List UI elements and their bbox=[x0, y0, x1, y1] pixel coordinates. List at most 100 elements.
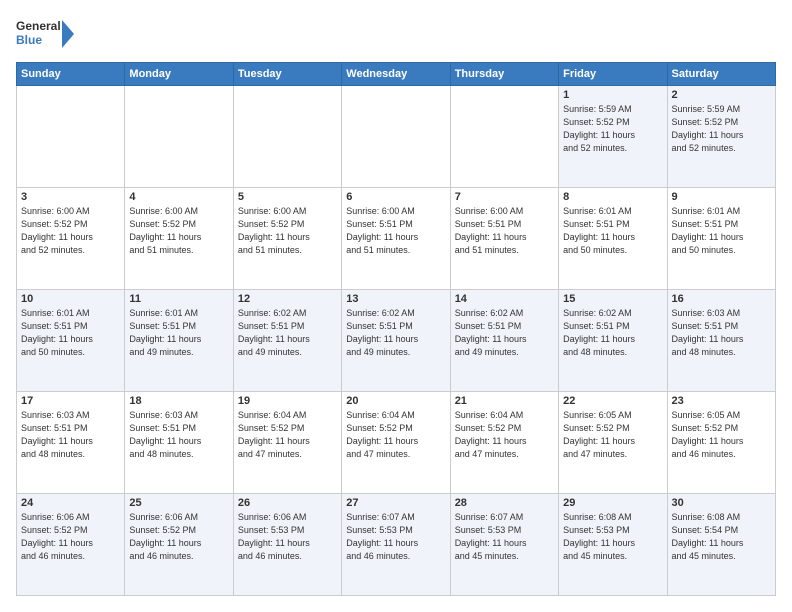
calendar-day: 1 Sunrise: 5:59 AM Sunset: 5:52 PM Daylig… bbox=[559, 86, 667, 188]
day-info: Sunrise: 6:06 AM Sunset: 5:53 PM Dayligh… bbox=[238, 511, 337, 563]
day-number: 3 bbox=[21, 191, 120, 203]
calendar-day: 4 Sunrise: 6:00 AM Sunset: 5:52 PM Daylig… bbox=[125, 188, 233, 290]
calendar-empty bbox=[342, 86, 450, 188]
day-number: 15 bbox=[563, 293, 662, 305]
day-number: 16 bbox=[672, 293, 771, 305]
calendar-day: 8 Sunrise: 6:01 AM Sunset: 5:51 PM Daylig… bbox=[559, 188, 667, 290]
calendar-day: 15 Sunrise: 6:02 AM Sunset: 5:51 PM Dayli… bbox=[559, 290, 667, 392]
day-info: Sunrise: 6:06 AM Sunset: 5:52 PM Dayligh… bbox=[21, 511, 120, 563]
day-number: 14 bbox=[455, 293, 554, 305]
calendar-day: 29 Sunrise: 6:08 AM Sunset: 5:53 PM Dayli… bbox=[559, 494, 667, 596]
weekday-header: Friday bbox=[559, 63, 667, 86]
day-number: 8 bbox=[563, 191, 662, 203]
day-info: Sunrise: 6:05 AM Sunset: 5:52 PM Dayligh… bbox=[563, 409, 662, 461]
calendar-day: 25 Sunrise: 6:06 AM Sunset: 5:52 PM Dayli… bbox=[125, 494, 233, 596]
day-info: Sunrise: 6:02 AM Sunset: 5:51 PM Dayligh… bbox=[563, 307, 662, 359]
calendar-week-row: 1 Sunrise: 5:59 AM Sunset: 5:52 PM Daylig… bbox=[17, 86, 776, 188]
calendar: SundayMondayTuesdayWednesdayThursdayFrid… bbox=[16, 62, 776, 596]
day-number: 23 bbox=[672, 395, 771, 407]
calendar-day: 3 Sunrise: 6:00 AM Sunset: 5:52 PM Daylig… bbox=[17, 188, 125, 290]
calendar-empty bbox=[233, 86, 341, 188]
day-number: 29 bbox=[563, 497, 662, 509]
day-info: Sunrise: 6:01 AM Sunset: 5:51 PM Dayligh… bbox=[672, 205, 771, 257]
day-number: 11 bbox=[129, 293, 228, 305]
weekday-header: Wednesday bbox=[342, 63, 450, 86]
day-number: 22 bbox=[563, 395, 662, 407]
day-number: 13 bbox=[346, 293, 445, 305]
calendar-empty bbox=[125, 86, 233, 188]
day-number: 24 bbox=[21, 497, 120, 509]
logo: General Blue bbox=[16, 16, 76, 52]
calendar-day: 14 Sunrise: 6:02 AM Sunset: 5:51 PM Dayli… bbox=[450, 290, 558, 392]
weekday-header: Saturday bbox=[667, 63, 775, 86]
day-info: Sunrise: 5:59 AM Sunset: 5:52 PM Dayligh… bbox=[672, 103, 771, 155]
calendar-day: 30Sunrise: 6:08 AM Sunset: 5:54 PM Dayli… bbox=[667, 494, 775, 596]
day-number: 5 bbox=[238, 191, 337, 203]
day-number: 9 bbox=[672, 191, 771, 203]
calendar-empty bbox=[17, 86, 125, 188]
day-info: Sunrise: 6:08 AM Sunset: 5:53 PM Dayligh… bbox=[563, 511, 662, 563]
calendar-day: 12Sunrise: 6:02 AM Sunset: 5:51 PM Dayli… bbox=[233, 290, 341, 392]
day-info: Sunrise: 6:02 AM Sunset: 5:51 PM Dayligh… bbox=[346, 307, 445, 359]
calendar-day: 24 Sunrise: 6:06 AM Sunset: 5:52 PM Dayli… bbox=[17, 494, 125, 596]
calendar-day: 7Sunrise: 6:00 AM Sunset: 5:51 PM Daylig… bbox=[450, 188, 558, 290]
day-number: 21 bbox=[455, 395, 554, 407]
calendar-day: 26Sunrise: 6:06 AM Sunset: 5:53 PM Dayli… bbox=[233, 494, 341, 596]
calendar-day: 21 Sunrise: 6:04 AM Sunset: 5:52 PM Dayli… bbox=[450, 392, 558, 494]
day-number: 27 bbox=[346, 497, 445, 509]
calendar-day: 28Sunrise: 6:07 AM Sunset: 5:53 PM Dayli… bbox=[450, 494, 558, 596]
header: General Blue bbox=[16, 16, 776, 52]
day-info: Sunrise: 6:01 AM Sunset: 5:51 PM Dayligh… bbox=[563, 205, 662, 257]
svg-text:Blue: Blue bbox=[16, 33, 42, 47]
calendar-week-row: 10 Sunrise: 6:01 AM Sunset: 5:51 PM Dayli… bbox=[17, 290, 776, 392]
day-number: 17 bbox=[21, 395, 120, 407]
day-info: Sunrise: 6:00 AM Sunset: 5:52 PM Dayligh… bbox=[238, 205, 337, 257]
calendar-day: 18 Sunrise: 6:03 AM Sunset: 5:51 PM Dayli… bbox=[125, 392, 233, 494]
day-info: Sunrise: 6:00 AM Sunset: 5:52 PM Dayligh… bbox=[129, 205, 228, 257]
day-info: Sunrise: 6:01 AM Sunset: 5:51 PM Dayligh… bbox=[21, 307, 120, 359]
day-number: 25 bbox=[129, 497, 228, 509]
day-info: Sunrise: 6:04 AM Sunset: 5:52 PM Dayligh… bbox=[346, 409, 445, 461]
svg-text:General: General bbox=[16, 19, 61, 33]
calendar-day: 10 Sunrise: 6:01 AM Sunset: 5:51 PM Dayli… bbox=[17, 290, 125, 392]
day-number: 4 bbox=[129, 191, 228, 203]
calendar-day: 9 Sunrise: 6:01 AM Sunset: 5:51 PM Daylig… bbox=[667, 188, 775, 290]
logo-svg: General Blue bbox=[16, 16, 76, 52]
calendar-week-row: 17 Sunrise: 6:03 AM Sunset: 5:51 PM Dayli… bbox=[17, 392, 776, 494]
calendar-day: 23Sunrise: 6:05 AM Sunset: 5:52 PM Dayli… bbox=[667, 392, 775, 494]
calendar-empty bbox=[450, 86, 558, 188]
day-info: Sunrise: 6:03 AM Sunset: 5:51 PM Dayligh… bbox=[21, 409, 120, 461]
calendar-week-row: 3 Sunrise: 6:00 AM Sunset: 5:52 PM Daylig… bbox=[17, 188, 776, 290]
calendar-day: 5 Sunrise: 6:00 AM Sunset: 5:52 PM Daylig… bbox=[233, 188, 341, 290]
day-info: Sunrise: 6:02 AM Sunset: 5:51 PM Dayligh… bbox=[455, 307, 554, 359]
calendar-day: 17 Sunrise: 6:03 AM Sunset: 5:51 PM Dayli… bbox=[17, 392, 125, 494]
day-number: 12 bbox=[238, 293, 337, 305]
calendar-header-row: SundayMondayTuesdayWednesdayThursdayFrid… bbox=[17, 63, 776, 86]
calendar-day: 20 Sunrise: 6:04 AM Sunset: 5:52 PM Dayli… bbox=[342, 392, 450, 494]
day-info: Sunrise: 6:07 AM Sunset: 5:53 PM Dayligh… bbox=[455, 511, 554, 563]
day-number: 10 bbox=[21, 293, 120, 305]
day-number: 18 bbox=[129, 395, 228, 407]
day-info: Sunrise: 6:00 AM Sunset: 5:51 PM Dayligh… bbox=[346, 205, 445, 257]
day-info: Sunrise: 6:04 AM Sunset: 5:52 PM Dayligh… bbox=[455, 409, 554, 461]
weekday-header: Sunday bbox=[17, 63, 125, 86]
calendar-day: 13 Sunrise: 6:02 AM Sunset: 5:51 PM Dayli… bbox=[342, 290, 450, 392]
calendar-day: 22 Sunrise: 6:05 AM Sunset: 5:52 PM Dayli… bbox=[559, 392, 667, 494]
weekday-header: Tuesday bbox=[233, 63, 341, 86]
day-number: 20 bbox=[346, 395, 445, 407]
calendar-day: 27Sunrise: 6:07 AM Sunset: 5:53 PM Dayli… bbox=[342, 494, 450, 596]
day-info: Sunrise: 6:04 AM Sunset: 5:52 PM Dayligh… bbox=[238, 409, 337, 461]
weekday-header: Monday bbox=[125, 63, 233, 86]
calendar-day: 6Sunrise: 6:00 AM Sunset: 5:51 PM Daylig… bbox=[342, 188, 450, 290]
weekday-header: Thursday bbox=[450, 63, 558, 86]
day-number: 1 bbox=[563, 89, 662, 101]
day-info: Sunrise: 5:59 AM Sunset: 5:52 PM Dayligh… bbox=[563, 103, 662, 155]
day-info: Sunrise: 6:03 AM Sunset: 5:51 PM Dayligh… bbox=[129, 409, 228, 461]
day-info: Sunrise: 6:01 AM Sunset: 5:51 PM Dayligh… bbox=[129, 307, 228, 359]
calendar-day: 16 Sunrise: 6:03 AM Sunset: 5:51 PM Dayli… bbox=[667, 290, 775, 392]
day-info: Sunrise: 6:06 AM Sunset: 5:52 PM Dayligh… bbox=[129, 511, 228, 563]
day-info: Sunrise: 6:03 AM Sunset: 5:51 PM Dayligh… bbox=[672, 307, 771, 359]
day-number: 19 bbox=[238, 395, 337, 407]
day-info: Sunrise: 6:00 AM Sunset: 5:52 PM Dayligh… bbox=[21, 205, 120, 257]
calendar-day: 11 Sunrise: 6:01 AM Sunset: 5:51 PM Dayli… bbox=[125, 290, 233, 392]
